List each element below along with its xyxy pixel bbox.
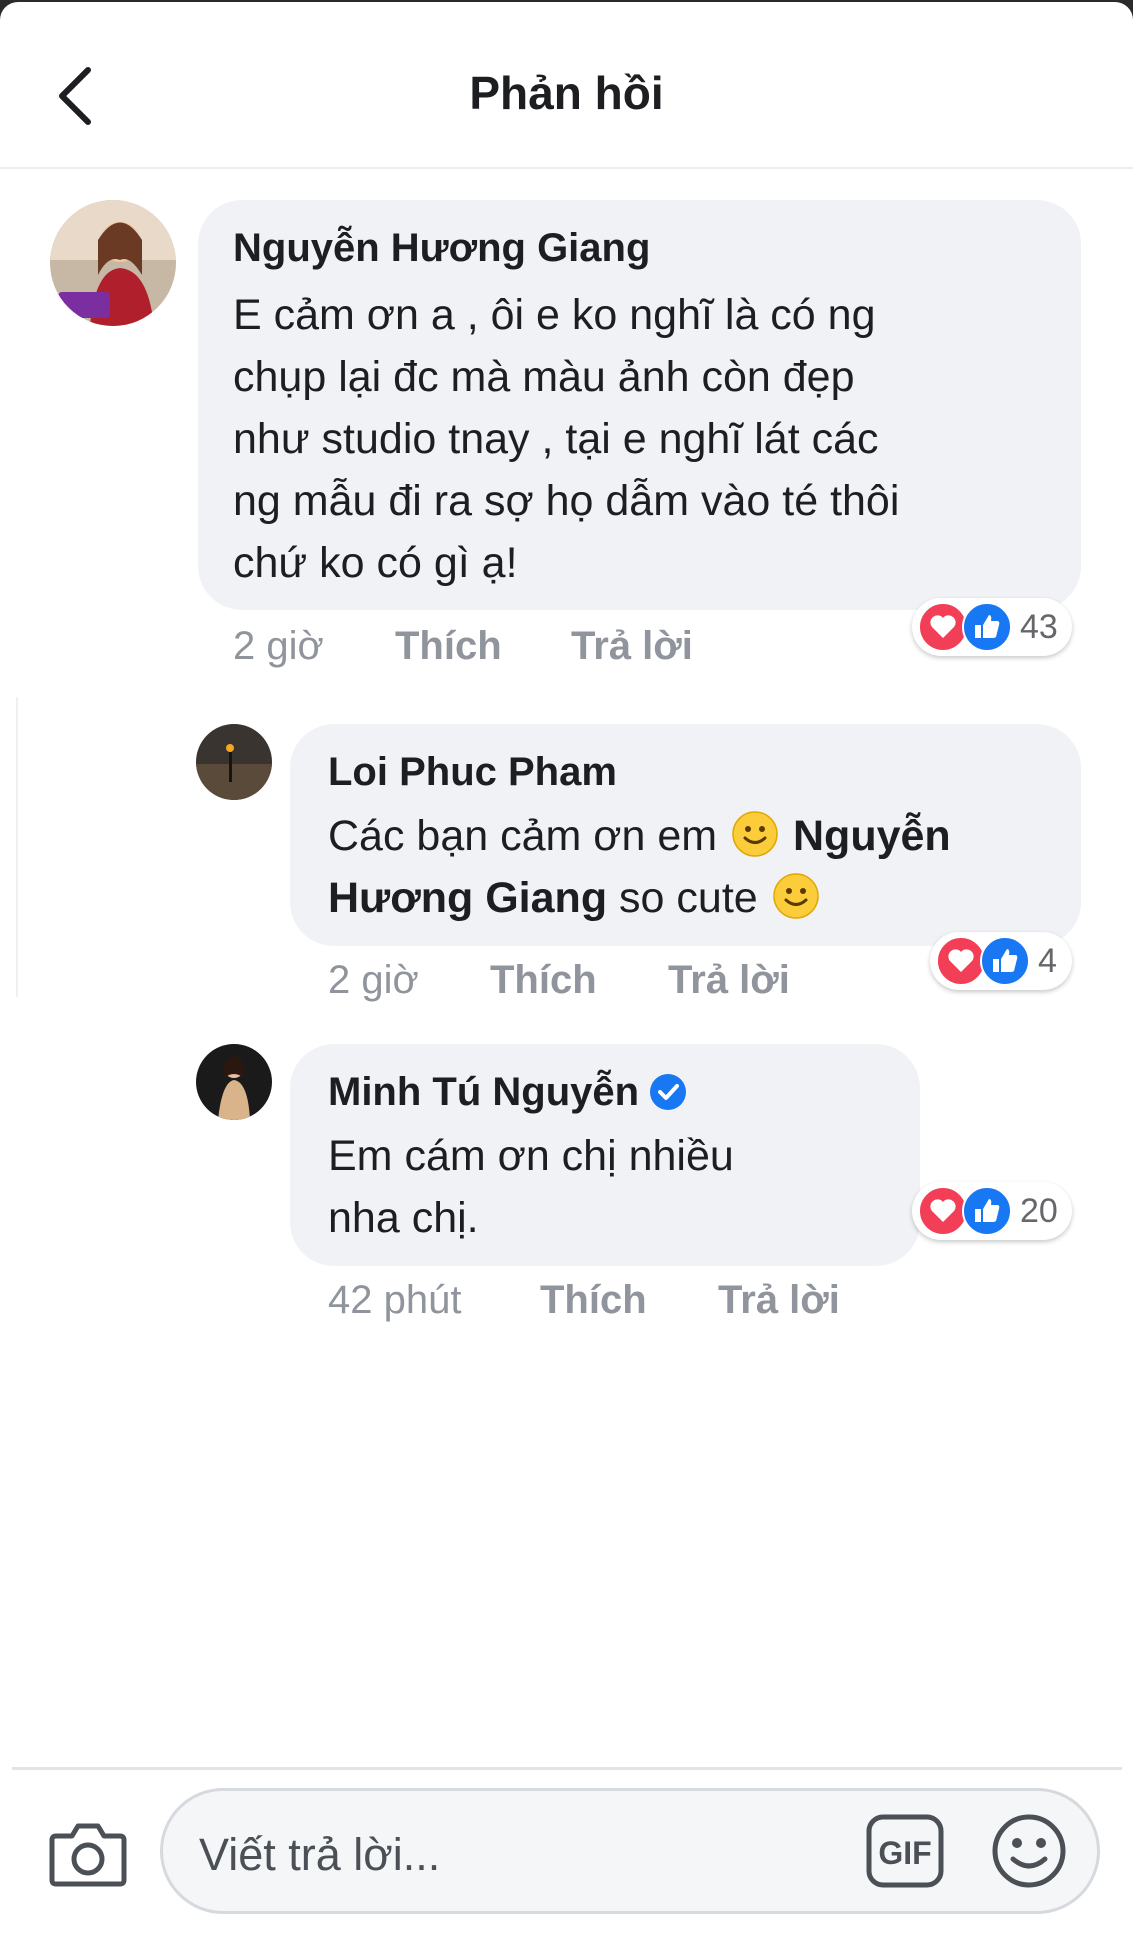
reply-button[interactable]: Trả lời bbox=[718, 1278, 840, 1323]
comment-text-part: so cute bbox=[619, 874, 758, 922]
timestamp: 42 phút bbox=[328, 1278, 462, 1322]
like-button[interactable]: Thích bbox=[395, 624, 502, 669]
emoji-icon bbox=[992, 1814, 1066, 1888]
comment-author[interactable]: Minh Tú Nguyễn bbox=[328, 1070, 639, 1114]
comment-author-row: Minh Tú Nguyễn bbox=[328, 1070, 687, 1115]
comment-author[interactable]: Nguyễn Hương Giang bbox=[233, 226, 650, 271]
reaction-count: 4 bbox=[1038, 942, 1057, 980]
comment-text-line: Hương Giang so cute bbox=[328, 867, 951, 929]
reply-button[interactable]: Trả lời bbox=[668, 958, 790, 1003]
comment-text-line: ng mẫu đi ra sợ họ dẫm vào té thôi bbox=[233, 477, 900, 525]
header: Phản hồi bbox=[0, 2, 1133, 169]
timestamp: 2 giờ bbox=[233, 624, 324, 668]
mention-link[interactable]: Nguyễn bbox=[793, 812, 951, 860]
comment-meta: 2 giờ Thích Trả lời bbox=[233, 624, 753, 674]
avatar-loi-phuc-pham[interactable] bbox=[196, 724, 272, 800]
thread-line bbox=[16, 697, 18, 997]
reaction-count: 20 bbox=[1020, 1192, 1058, 1230]
comment-text-line: Các bạn cảm ơn em Nguyễn bbox=[328, 805, 951, 867]
page-title: Phản hồi bbox=[469, 67, 664, 119]
reactions-badge[interactable]: 43 bbox=[912, 598, 1072, 656]
like-icon bbox=[962, 1186, 1012, 1236]
love-icon bbox=[936, 936, 986, 986]
reactions-badge[interactable]: 4 bbox=[930, 932, 1072, 990]
love-icon bbox=[918, 602, 968, 652]
reply-screen: Phản hồi Nguyễn Hương Giang E cảm ơn a ,… bbox=[0, 2, 1133, 1943]
comment-text-line: như studio tnay , tại e nghĩ lát các bbox=[233, 415, 879, 463]
comment-text: Các bạn cảm ơn em Nguyễn Hương Giang so … bbox=[328, 805, 951, 929]
gif-label: GIF bbox=[878, 1835, 931, 1871]
reactions-badge[interactable]: 20 bbox=[912, 1182, 1072, 1240]
avatar-nguyen-huong-giang[interactable] bbox=[50, 200, 176, 326]
comment-author[interactable]: Loi Phuc Pham bbox=[328, 750, 617, 795]
gif-button[interactable]: GIF bbox=[865, 1811, 945, 1891]
mention-link[interactable]: Hương Giang bbox=[328, 874, 607, 922]
verified-badge-icon bbox=[650, 1074, 687, 1110]
like-icon bbox=[980, 936, 1030, 986]
composer-divider bbox=[12, 1767, 1122, 1770]
camera-button[interactable] bbox=[48, 1814, 128, 1890]
reply-input[interactable]: Viết trả lời... GIF bbox=[160, 1788, 1100, 1914]
smiley-icon bbox=[772, 873, 819, 919]
timestamp: 2 giờ bbox=[328, 958, 419, 1002]
comment-meta: 42 phút Thích Trả lời bbox=[328, 1278, 888, 1328]
comment-text-line: chụp lại đc mà màu ảnh còn đẹp bbox=[233, 353, 855, 401]
like-icon bbox=[962, 602, 1012, 652]
comment-text-line: Em cám ơn chị nhiều bbox=[328, 1132, 734, 1180]
comment-text-line: chứ ko có gì ạ! bbox=[233, 539, 518, 587]
gif-icon: GIF bbox=[866, 1814, 944, 1888]
comment-text-part: Các bạn cảm ơn em bbox=[328, 812, 718, 860]
emoji-button[interactable] bbox=[989, 1811, 1069, 1891]
reaction-count: 43 bbox=[1020, 608, 1058, 646]
avatar-minh-tu-nguyen[interactable] bbox=[196, 1044, 272, 1120]
love-icon bbox=[918, 1186, 968, 1236]
reply-input-placeholder: Viết trả lời... bbox=[199, 1829, 441, 1880]
comment-text-line: E cảm ơn a , ôi e ko nghĩ là có ng bbox=[233, 291, 876, 339]
comment-text-line: nha chị. bbox=[328, 1194, 479, 1242]
camera-icon bbox=[49, 1823, 127, 1887]
comment-text: Em cám ơn chị nhiều nha chị. bbox=[328, 1125, 734, 1249]
comment-text: E cảm ơn a , ôi e ko nghĩ là có ng chụp … bbox=[233, 284, 899, 594]
like-button[interactable]: Thích bbox=[540, 1278, 647, 1323]
comment-meta: 2 giờ Thích Trả lời bbox=[328, 958, 848, 1008]
smiley-icon bbox=[732, 811, 778, 857]
reply-button[interactable]: Trả lời bbox=[571, 624, 693, 669]
like-button[interactable]: Thích bbox=[490, 958, 597, 1003]
